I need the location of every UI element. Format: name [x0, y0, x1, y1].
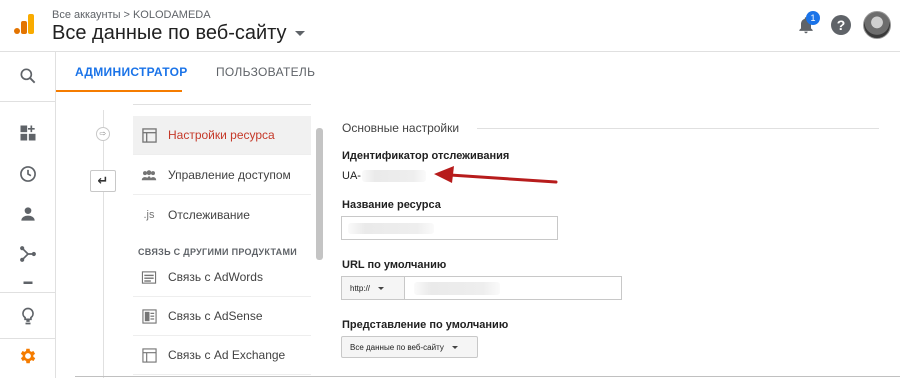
dashboard-icon[interactable]: [18, 123, 38, 143]
left-rail: [0, 52, 56, 378]
adwords-icon: [141, 269, 157, 285]
rail-audience[interactable]: [0, 194, 56, 234]
person-icon[interactable]: [18, 204, 38, 224]
redacted-tracking-id: [362, 170, 426, 182]
admin-tabs: АДМИНИСТРАТОР ПОЛЬЗОВАТЕЛЬ: [56, 52, 900, 92]
acquisition-icon[interactable]: [18, 244, 38, 264]
rail-divider: [0, 101, 56, 102]
nav-item-label: Отслеживание: [168, 207, 250, 222]
caret-down-icon: [378, 286, 385, 290]
adsense-icon: [141, 308, 157, 324]
rail-acquisition[interactable]: [0, 234, 56, 274]
redacted-url: [414, 282, 500, 295]
protocol-value: http://: [350, 283, 371, 293]
app-header: Все аккаунты > KOLODAMEDA Все данные по ве…: [0, 0, 900, 52]
nav-item-label: Связь с AdWords: [168, 270, 263, 284]
lightbulb-icon[interactable]: [18, 306, 38, 326]
rail-customization[interactable]: [0, 113, 56, 153]
default-view-select[interactable]: Все данные по веб-сайту: [341, 336, 478, 358]
nav-item-adwords[interactable]: Связь с AdWords: [133, 258, 311, 297]
rail-search[interactable]: [0, 56, 56, 96]
protocol-select[interactable]: http://: [341, 276, 405, 300]
forward-icon[interactable]: ⇨: [96, 127, 110, 141]
rail-behavior[interactable]: [0, 276, 56, 292]
avatar[interactable]: [863, 11, 891, 39]
rail-divider: [0, 292, 56, 293]
property-nav: Настройки ресурса Управление доступом .j…: [133, 104, 311, 378]
nav-item-access-management[interactable]: Управление доступом: [133, 156, 311, 195]
bottom-divider: [75, 376, 900, 377]
caret-down-icon: [451, 345, 458, 349]
people-icon: [141, 167, 157, 183]
nav-item-adsense[interactable]: Связь с AdSense: [133, 297, 311, 336]
search-icon[interactable]: [18, 66, 38, 86]
back-arrow-icon[interactable]: ↵: [90, 170, 116, 192]
tracking-id-label: Идентификатор отслеживания: [342, 150, 510, 162]
caret-down-icon[interactable]: [294, 31, 305, 36]
rail-discover[interactable]: [0, 296, 56, 336]
nav-item-label: Настройки ресурса: [168, 128, 275, 142]
property-name-field[interactable]: [341, 216, 558, 240]
nav-item-label: Управление доступом: [168, 168, 291, 182]
behavior-icon[interactable]: [18, 280, 38, 292]
js-icon: .js: [143, 208, 155, 221]
nav-group-title: СВЯЗЬ С ДРУГИМИ ПРОДУКТАМИ: [138, 247, 298, 257]
breadcrumb-property[interactable]: KOLODAMEDA: [133, 9, 211, 21]
active-tab-indicator: [56, 90, 182, 92]
analytics-logo-icon[interactable]: [12, 12, 36, 36]
breadcrumb[interactable]: Все аккаунты > KOLODAMEDA: [52, 9, 211, 21]
nav-scrollbar[interactable]: [316, 128, 323, 260]
redacted-property-name: [348, 223, 434, 234]
gear-icon[interactable]: [18, 346, 38, 366]
default-view-value: Все данные по веб-сайту: [350, 342, 444, 352]
clock-icon[interactable]: [18, 164, 38, 184]
rail-realtime[interactable]: [0, 154, 56, 194]
tracking-id-value: UA-: [342, 170, 361, 182]
property-settings-icon: [141, 127, 157, 143]
tab-admin[interactable]: АДМИНИСТРАТОР: [75, 52, 188, 92]
breadcrumb-separator: >: [123, 9, 130, 21]
section-divider: [477, 128, 879, 129]
nav-item-label: Связь с AdSense: [168, 309, 263, 323]
default-url-label: URL по умолчанию: [342, 259, 447, 271]
annotation-arrow-icon: [434, 166, 558, 184]
adexchange-icon: [141, 347, 157, 363]
property-name-label: Название ресурса: [342, 199, 441, 211]
rail-admin[interactable]: [0, 336, 56, 376]
nav-item-adexchange[interactable]: Связь с Ad Exchange: [133, 336, 311, 375]
default-view-label: Представление по умолчанию: [342, 319, 509, 331]
tab-user[interactable]: ПОЛЬЗОВАТЕЛЬ: [216, 52, 315, 92]
column-timeline: [103, 110, 104, 378]
notification-badge[interactable]: 1: [806, 11, 820, 25]
breadcrumb-account[interactable]: Все аккаунты: [52, 9, 121, 21]
view-selector[interactable]: Все данные по веб-сайту: [52, 22, 305, 45]
nav-item-property-settings[interactable]: Настройки ресурса: [133, 116, 311, 155]
section-title: Основные настройки: [342, 121, 460, 135]
help-icon[interactable]: ?: [831, 15, 851, 35]
view-title[interactable]: Все данные по веб-сайту: [52, 22, 287, 45]
nav-item-tracking[interactable]: .js Отслеживание: [133, 195, 311, 234]
nav-item-label: Связь с Ad Exchange: [168, 348, 286, 362]
